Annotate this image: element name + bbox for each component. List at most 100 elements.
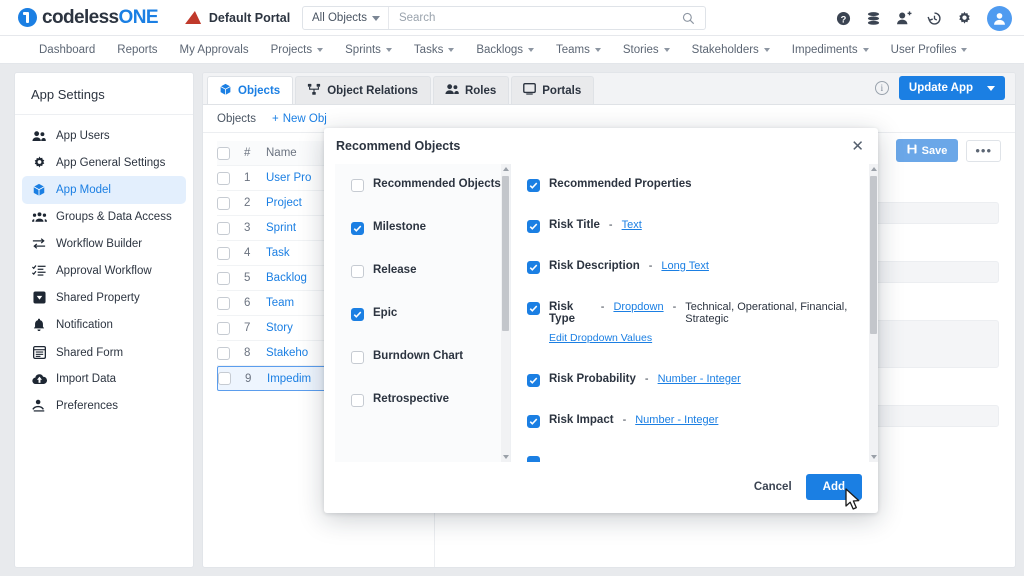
database-icon[interactable] [866,11,881,26]
property-option-risk-probability[interactable]: Risk Probability - Number - Integer [527,373,852,387]
checkbox[interactable] [527,415,540,428]
sidebar-item-app-general-settings[interactable]: App General Settings [22,149,186,176]
checkbox[interactable] [351,394,364,407]
property-type-link[interactable]: Text [622,219,642,231]
close-icon[interactable]: ✕ [851,139,864,154]
row-checkbox[interactable] [217,321,230,335]
nav-item-backlogs[interactable]: Backlogs [465,44,545,56]
nav-item-my-approvals[interactable]: My Approvals [169,44,260,56]
tab-portals[interactable]: Portals [511,76,595,104]
checkbox[interactable] [351,265,364,278]
row-checkbox[interactable] [217,296,230,310]
row-name[interactable]: User Pro [266,172,311,184]
checkbox[interactable] [527,456,540,462]
property-option-risk-title[interactable]: Risk Title - Text [527,219,852,233]
row-checkbox[interactable] [217,196,230,210]
checkbox[interactable] [527,179,540,192]
recommended-objects-header[interactable]: Recommended Objects [335,178,510,192]
nav-item-projects[interactable]: Projects [260,44,335,56]
sidebar-item-import-data[interactable]: Import Data [22,366,186,392]
scrollbar-thumb[interactable] [870,176,877,334]
scrollbar-thumb[interactable] [502,176,509,331]
checkbox[interactable] [527,302,540,315]
scroll-down-arrow-icon[interactable] [503,455,509,459]
gear-icon[interactable] [957,11,972,26]
save-button[interactable]: Save [895,139,959,162]
row-checkbox[interactable] [217,246,230,260]
search-scope-dropdown[interactable]: All Objects [303,7,389,29]
checkbox[interactable] [351,179,364,192]
checkbox[interactable] [527,261,540,274]
row-checkbox[interactable] [217,221,230,235]
checkbox[interactable] [527,374,540,387]
new-object-button[interactable]: + New Obj [272,113,327,125]
nav-item-user-profiles[interactable]: User Profiles [880,44,979,56]
row-checkbox[interactable] [217,171,230,185]
row-name[interactable]: Project [266,197,302,209]
tab-objects[interactable]: Objects [207,76,294,104]
object-option-retrospective[interactable]: Retrospective [335,393,510,407]
sidebar-item-approval-workflow[interactable]: Approval Workflow [22,257,186,284]
object-option-release[interactable]: Release [335,264,510,278]
row-name[interactable]: Story [266,322,293,334]
more-options-button[interactable]: ••• [966,139,1001,162]
property-type-link[interactable]: Dropdown [613,301,663,313]
recommended-properties-header[interactable]: Recommended Properties [527,178,852,192]
tab-roles[interactable]: Roles [432,76,510,104]
nav-item-tasks[interactable]: Tasks [403,44,465,56]
property-option-risk-description[interactable]: Risk Description - Long Text [527,260,852,274]
row-name[interactable]: Team [266,297,294,309]
left-list-scrollbar[interactable] [501,164,510,462]
help-icon[interactable]: ? [836,11,851,26]
sidebar-item-app-model[interactable]: App Model [22,176,186,204]
add-user-icon[interactable] [896,10,912,26]
scroll-up-arrow-icon[interactable] [503,167,509,171]
row-checkbox[interactable] [218,372,231,385]
property-option-risk-type[interactable]: Risk Type - Dropdown - Technical, Operat… [527,301,852,325]
property-type-link[interactable]: Number - Integer [635,414,718,426]
row-checkbox[interactable] [217,271,230,285]
object-option-epic[interactable]: Epic [335,307,510,321]
scroll-down-arrow-icon[interactable] [871,455,877,459]
object-option-milestone[interactable]: Milestone [335,221,510,235]
nav-item-dashboard[interactable]: Dashboard [28,44,106,56]
nav-item-stakeholders[interactable]: Stakeholders [681,44,781,56]
portal-selector[interactable]: Default Portal [184,11,290,25]
nav-item-reports[interactable]: Reports [106,44,168,56]
sidebar-item-notification[interactable]: Notification [22,311,186,339]
search-icon[interactable] [682,12,705,25]
row-name[interactable]: Impedim [267,373,311,385]
update-app-button[interactable]: Update App [898,76,1005,100]
checkbox[interactable] [527,220,540,233]
row-name[interactable]: Backlog [266,272,307,284]
search-input[interactable] [388,12,682,24]
nav-item-stories[interactable]: Stories [612,44,681,56]
scroll-up-arrow-icon[interactable] [871,167,877,171]
property-option-risk-impact[interactable]: Risk Impact - Number - Integer [527,414,852,428]
object-option-burndown-chart[interactable]: Burndown Chart [335,350,510,364]
sidebar-item-app-users[interactable]: App Users [22,123,186,149]
history-icon[interactable] [927,11,942,26]
sidebar-item-shared-form[interactable]: Shared Form [22,339,186,366]
property-type-link[interactable]: Long Text [661,260,709,272]
checkbox[interactable] [351,351,364,364]
checkbox[interactable] [351,222,364,235]
property-type-link[interactable]: Number - Integer [658,373,741,385]
sidebar-item-preferences[interactable]: Preferences [22,392,186,419]
sidebar-item-shared-property[interactable]: Shared Property [22,284,186,311]
row-name[interactable]: Sprint [266,222,296,234]
checkbox[interactable] [351,308,364,321]
right-list-scrollbar[interactable] [869,164,878,462]
edit-dropdown-values-link[interactable]: Edit Dropdown Values [549,332,652,344]
tab-object-relations[interactable]: Object Relations [295,76,431,104]
property-option-partial[interactable] [527,455,852,462]
brand-logo[interactable]: codelessONE [18,7,159,29]
row-name[interactable]: Stakeho [266,347,308,359]
nav-item-sprints[interactable]: Sprints [334,44,403,56]
nav-item-teams[interactable]: Teams [545,44,612,56]
row-name[interactable]: Task [266,247,290,259]
sidebar-item-workflow-builder[interactable]: Workflow Builder [22,230,186,257]
nav-item-impediments[interactable]: Impediments [781,44,880,56]
row-checkbox[interactable] [217,346,230,360]
cancel-button[interactable]: Cancel [754,481,792,493]
